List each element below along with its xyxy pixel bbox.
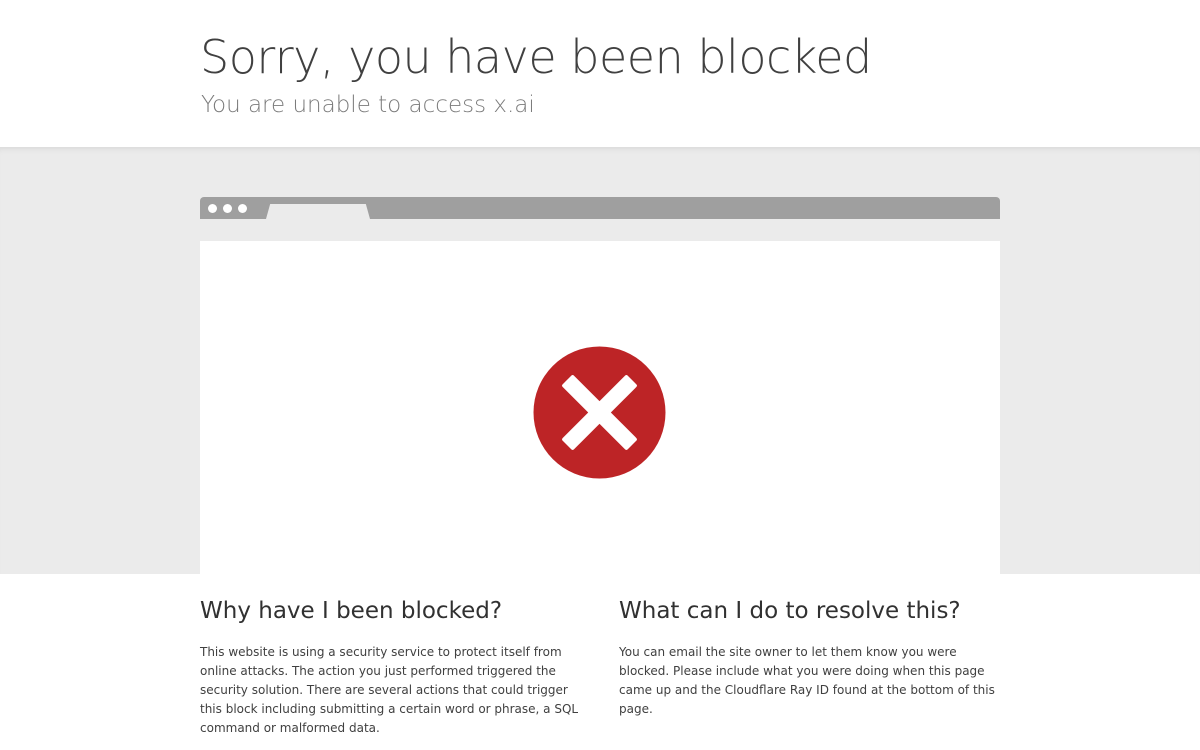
page-title: Sorry, you have been blocked bbox=[200, 30, 872, 84]
page-subtitle: You are unable to access x.ai bbox=[201, 92, 535, 118]
why-blocked-text: This website is using a security service… bbox=[200, 644, 579, 735]
browser-illustration-window bbox=[200, 241, 1000, 574]
browser-dot-icon bbox=[208, 204, 217, 213]
browser-dot-icon bbox=[238, 204, 247, 213]
browser-illustration-bar bbox=[200, 197, 1000, 219]
resolve-heading: What can I do to resolve this? bbox=[619, 598, 961, 624]
error-x-icon bbox=[533, 346, 666, 479]
browser-tab-shape bbox=[266, 204, 370, 219]
page-header: Sorry, you have been blocked You are una… bbox=[0, 0, 1200, 147]
why-blocked-section: Why have I been blocked? This website is… bbox=[200, 598, 580, 738]
browser-dot-icon bbox=[223, 204, 232, 213]
resolve-text: You can email the site owner to let them… bbox=[619, 644, 995, 716]
resolve-section: What can I do to resolve this? You can e… bbox=[619, 598, 999, 719]
why-blocked-heading: Why have I been blocked? bbox=[200, 598, 503, 624]
